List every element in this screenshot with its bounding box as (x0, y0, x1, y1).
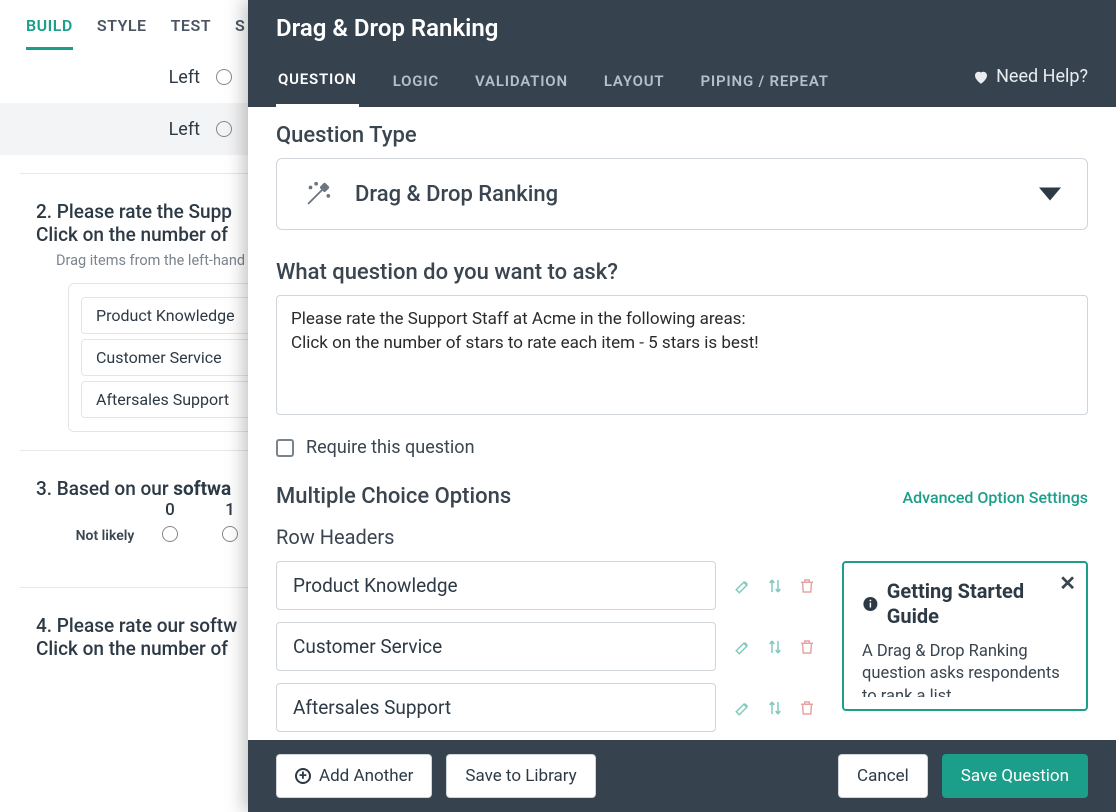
tab-build[interactable]: BUILD (26, 8, 73, 50)
wand-icon (303, 179, 333, 209)
require-question-row[interactable]: Require this question (276, 437, 1088, 458)
trash-icon[interactable] (798, 577, 816, 595)
edit-icon[interactable] (734, 638, 752, 656)
question-type-label: Question Type (276, 123, 1088, 148)
require-checkbox[interactable] (276, 439, 294, 457)
getting-started-title: Getting Started Guide (862, 579, 1068, 629)
tab-style[interactable]: STYLE (97, 8, 147, 50)
question-editor-modal: Drag & Drop Ranking QUESTION LOGIC VALID… (248, 0, 1116, 812)
matrix-row-label: Left (60, 67, 200, 88)
radio-icon[interactable] (216, 69, 232, 85)
chevron-down-icon (1039, 188, 1061, 201)
need-help-link[interactable]: Need Help? (972, 66, 1088, 87)
getting-started-panel: ✕ Getting Started Guide A Drag & Drop Ra… (842, 561, 1088, 711)
modal-footer: + Add Another Save to Library Cancel Sav… (248, 740, 1116, 812)
radio-icon[interactable] (162, 526, 178, 542)
info-icon (862, 594, 879, 614)
row-header-input[interactable] (276, 622, 716, 671)
getting-started-title-text: Getting Started Guide (887, 579, 1050, 629)
sort-icon[interactable] (766, 638, 784, 656)
q3-title-text: 3. Based on our (36, 477, 173, 500)
question-text-input[interactable] (276, 295, 1088, 415)
advanced-option-settings-link[interactable]: Advanced Option Settings (903, 488, 1088, 507)
heart-icon (972, 68, 990, 86)
multiple-choice-label: Multiple Choice Options (276, 484, 511, 509)
question-text-label: What question do you want to ask? (276, 260, 1088, 285)
tab-validation[interactable]: VALIDATION (473, 60, 570, 106)
modal-header: Drag & Drop Ranking QUESTION LOGIC VALID… (248, 0, 1116, 107)
cancel-button[interactable]: Cancel (838, 754, 928, 798)
tab-question[interactable]: QUESTION (276, 58, 359, 107)
tab-test[interactable]: TEST (171, 8, 211, 50)
q3-title-bold: softwa (173, 477, 231, 500)
add-another-button[interactable]: + Add Another (276, 754, 432, 798)
save-to-library-button[interactable]: Save to Library (446, 754, 595, 798)
question-type-dropdown[interactable]: Drag & Drop Ranking (276, 158, 1088, 230)
sort-icon[interactable] (766, 577, 784, 595)
trash-icon[interactable] (798, 638, 816, 656)
modal-body: Question Type Drag & Drop Ranking What q… (248, 107, 1116, 740)
q3-row-label: Not likely (70, 528, 140, 545)
sort-icon[interactable] (766, 699, 784, 717)
matrix-row-label: Left (60, 119, 200, 140)
radio-icon[interactable] (222, 526, 238, 542)
trash-icon[interactable] (798, 699, 816, 717)
row-headers-label: Row Headers (276, 525, 1088, 549)
tab-truncated[interactable]: S (235, 8, 245, 50)
row-header-input[interactable] (276, 683, 716, 732)
save-question-button[interactable]: Save Question (942, 754, 1088, 798)
modal-tabs: QUESTION LOGIC VALIDATION LAYOUT PIPING … (276, 58, 1088, 107)
radio-icon[interactable] (216, 121, 232, 137)
q3-col-0: 0 (140, 500, 200, 520)
getting-started-body: A Drag & Drop Ranking question asks resp… (862, 641, 1068, 697)
edit-icon[interactable] (734, 699, 752, 717)
edit-icon[interactable] (734, 577, 752, 595)
question-type-value: Drag & Drop Ranking (355, 182, 558, 207)
tab-logic[interactable]: LOGIC (391, 60, 441, 106)
plus-icon: + (295, 768, 311, 784)
modal-title: Drag & Drop Ranking (276, 14, 1088, 58)
tab-layout[interactable]: LAYOUT (602, 60, 667, 106)
add-another-label: Add Another (319, 766, 413, 786)
close-icon[interactable]: ✕ (1059, 571, 1076, 595)
require-label: Require this question (306, 437, 475, 458)
need-help-text: Need Help? (996, 66, 1088, 87)
tab-piping[interactable]: PIPING / REPEAT (698, 60, 830, 106)
row-header-input[interactable] (276, 561, 716, 610)
